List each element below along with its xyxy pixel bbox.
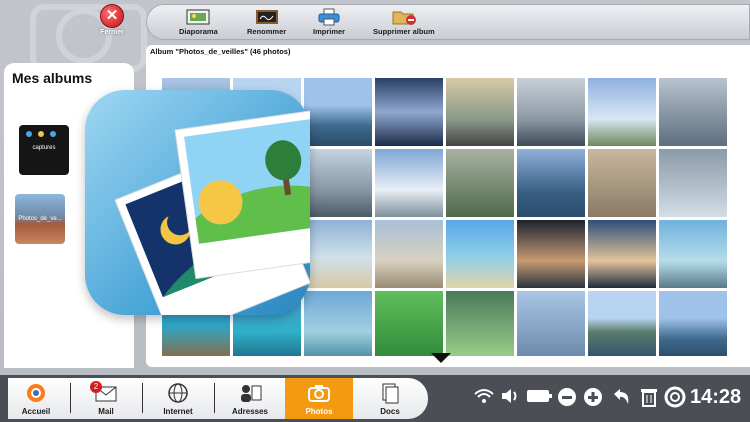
nav-internet-label: Internet [163,407,193,416]
photo-thumbnail[interactable] [517,149,585,217]
documents-icon [377,382,403,404]
photo-thumbnail[interactable] [304,149,372,217]
nav-mail[interactable]: 2 Mail [80,378,132,419]
scroll-down-icon[interactable] [431,353,451,363]
album-captures-name: captures [32,145,56,151]
toolbar: Diaporama Renommer Imprimer Supprimer al… [146,4,750,40]
delete-album-label: Supprimer album [373,27,435,36]
photo-thumbnail[interactable] [304,78,372,146]
photo-thumbnail[interactable] [446,78,514,146]
print-button[interactable]: Imprimer [313,8,345,36]
photos-app-icon [85,90,310,315]
rename-button[interactable]: Renommer [247,8,286,36]
nav-docs-label: Docs [380,407,400,416]
trash-icon[interactable] [638,386,660,413]
photo-thumbnail[interactable] [588,149,656,217]
photo-thumbnail[interactable] [659,149,727,217]
photo-thumbnail[interactable] [659,291,727,356]
delete-album-button[interactable]: Supprimer album [373,8,435,36]
nav-photos[interactable]: Photos [285,378,353,419]
nav-internet[interactable]: Internet [150,378,206,419]
photo-thumbnail[interactable] [517,291,585,356]
photo-thumbnail[interactable] [375,149,443,217]
close-icon: ✕ [100,4,124,28]
rename-label: Renommer [247,27,287,36]
photo-thumbnail[interactable] [304,220,372,288]
clock: 14:28 [690,386,742,408]
slideshow-label: Diaporama [179,27,218,36]
rename-icon [254,8,280,26]
globe-icon [165,382,191,404]
album-header: Album "Photos_de_veilles" (46 photos) [150,47,291,56]
photo-thumbnail[interactable] [375,291,443,356]
print-label: Imprimer [313,27,346,36]
photo-thumbnail[interactable] [446,220,514,288]
album-captures[interactable]: captures [19,125,69,175]
nav-accueil[interactable]: Accueil [12,378,60,419]
volume-icon[interactable] [500,386,522,411]
nav-docs[interactable]: Docs [362,378,418,419]
delete-folder-icon [391,8,417,26]
albums-title: Mes albums [12,70,93,86]
home-icon [23,382,49,404]
photo-thumbnail[interactable] [588,220,656,288]
album-photos-de-veilles[interactable]: Photos_de_ve... [15,194,65,244]
album-photos-de-veilles-name: Photos_de_ve... [18,216,62,222]
photo-thumbnail[interactable] [304,291,372,356]
mail-icon: 2 [90,381,119,404]
dock-separator [142,383,143,413]
photo-thumbnail[interactable] [375,78,443,146]
slideshow-button[interactable]: Diaporama [179,8,218,36]
close-label: Fermer [100,29,124,36]
photo-thumbnail[interactable] [517,78,585,146]
nav-photos-label: Photos [305,407,333,416]
mail-badge: 2 [90,381,102,393]
camera-icon [306,382,332,404]
photo-thumbnail[interactable] [375,220,443,288]
printer-icon [316,8,342,26]
nav-adresses[interactable]: Adresses [222,378,278,419]
nav-adresses-label: Adresses [231,407,269,416]
photo-thumbnail[interactable] [446,149,514,217]
zoom-out-icon[interactable] [556,386,578,413]
help-lifebuoy-icon[interactable] [664,386,686,413]
nav-mail-label: Mail [98,407,114,416]
zoom-in-icon[interactable] [582,386,604,413]
photo-thumbnail[interactable] [446,291,514,356]
slideshow-icon [185,8,211,26]
battery-icon [526,386,554,411]
photo-thumbnail[interactable] [588,291,656,356]
wifi-icon[interactable] [473,386,495,411]
dock-separator [214,383,215,413]
nav-accueil-label: Accueil [21,407,51,416]
photo-thumbnail[interactable] [659,220,727,288]
contacts-icon [237,382,263,404]
dock-separator [70,383,71,413]
photo-thumbnail[interactable] [659,78,727,146]
photo-thumbnail[interactable] [588,78,656,146]
photo-thumbnail[interactable] [517,220,585,288]
close-button[interactable]: ✕ Fermer [92,4,132,38]
back-arrow-icon[interactable] [610,386,632,413]
